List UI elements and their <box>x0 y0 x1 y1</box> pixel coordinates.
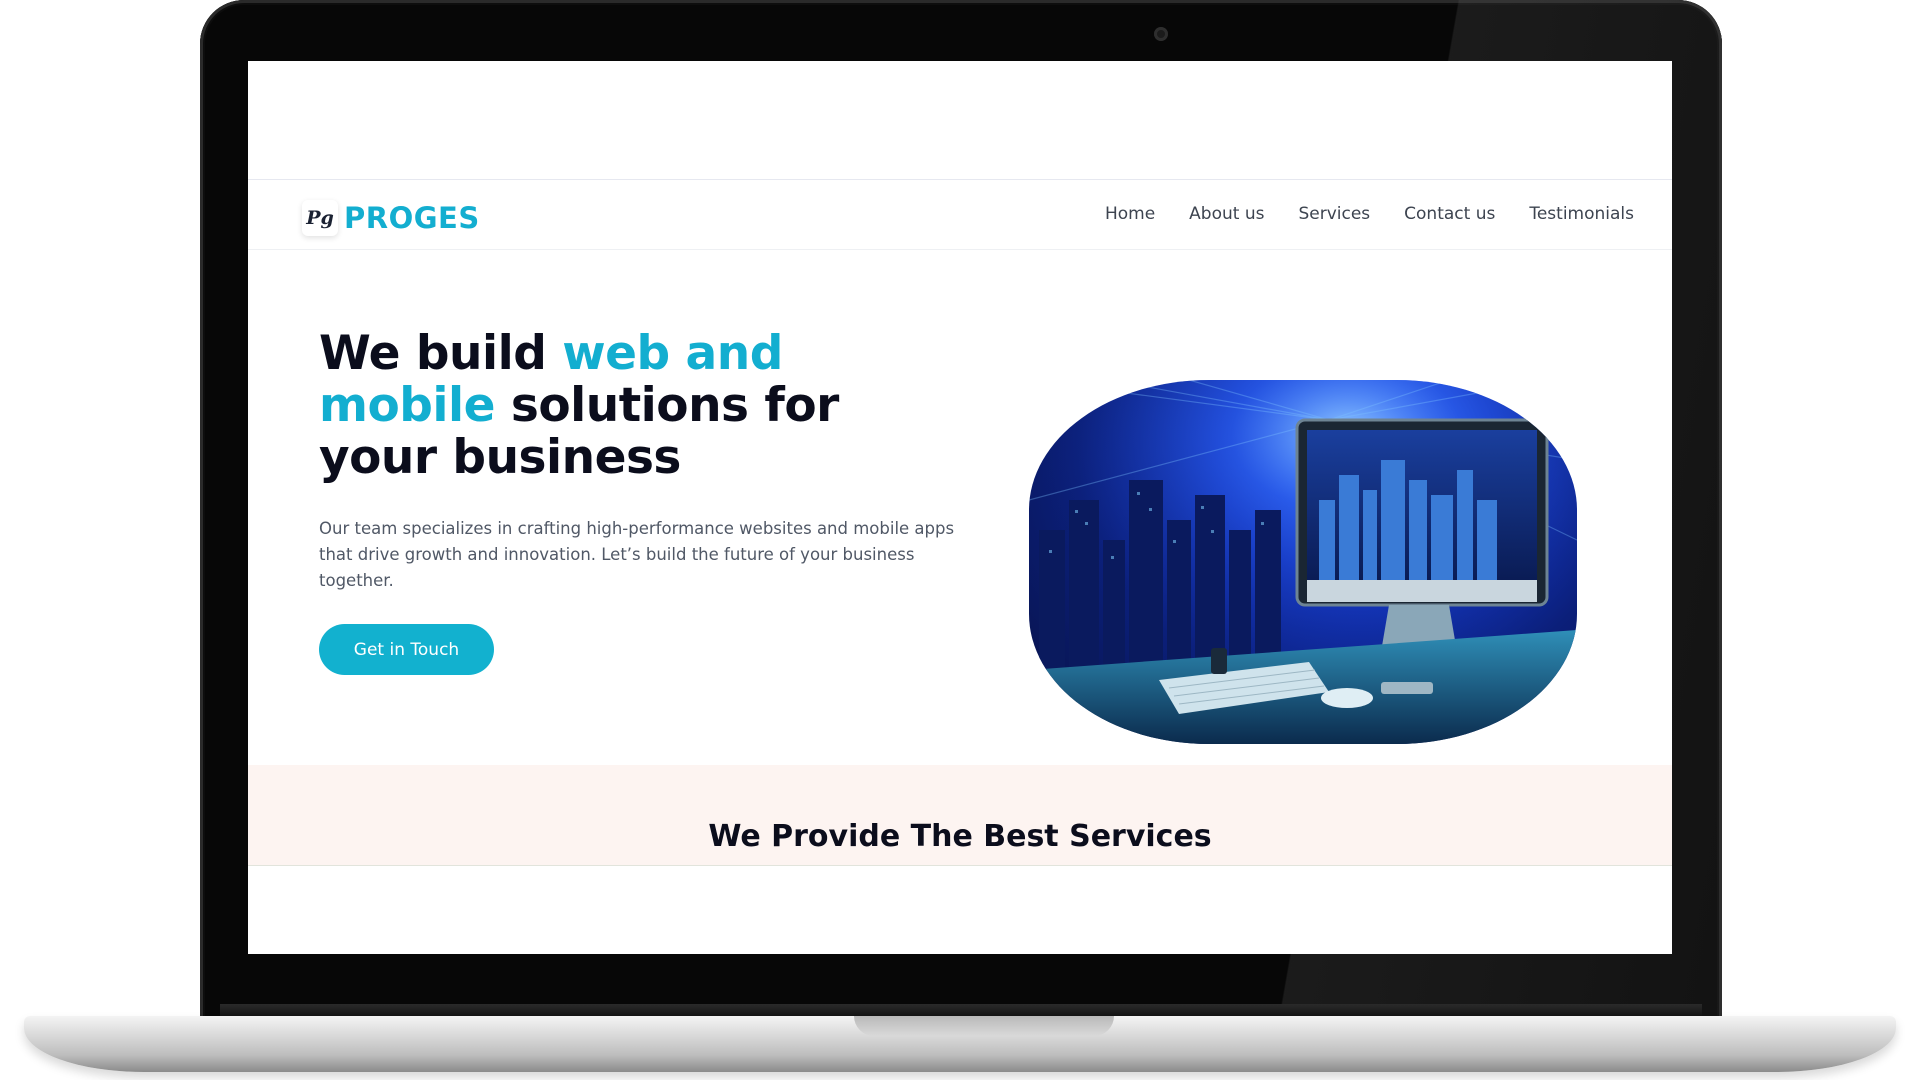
hero-illustration-svg <box>1029 380 1577 744</box>
top-blank-area <box>248 61 1672 180</box>
laptop-notch <box>854 1016 1114 1036</box>
nav-link-testimonials[interactable]: Testimonials <box>1529 204 1634 224</box>
services-title: We Provide The Best Services <box>708 819 1212 854</box>
get-in-touch-button[interactable]: Get in Touch <box>319 624 494 675</box>
services-section: We Provide The Best Services <box>248 765 1672 865</box>
hero-section: We build web and mobile solutions for yo… <box>248 250 1672 766</box>
navbar: Pg PROGES Home About us Services Contact… <box>248 180 1672 250</box>
webcam-icon <box>1154 27 1168 41</box>
nav-link-services[interactable]: Services <box>1298 204 1370 224</box>
brand-logo[interactable]: Pg PROGES <box>302 200 480 236</box>
logo-mark-icon: Pg <box>302 200 338 236</box>
hero-description: Our team specializes in crafting high-pe… <box>319 519 955 590</box>
hero-title-part1: We build <box>319 326 563 381</box>
services-divider <box>248 865 1672 866</box>
nav-link-home[interactable]: Home <box>1105 204 1155 224</box>
website-screen: Pg PROGES Home About us Services Contact… <box>248 61 1672 954</box>
laptop-base <box>24 1016 1896 1072</box>
nav-link-about[interactable]: About us <box>1189 204 1264 224</box>
nav-links: Home About us Services Contact us Testim… <box>1105 204 1634 224</box>
nav-link-contact[interactable]: Contact us <box>1404 204 1495 224</box>
brand-name: PROGES <box>344 201 480 235</box>
computer-city-illustration-icon <box>1029 380 1577 744</box>
hero-title: We build web and mobile solutions for yo… <box>319 328 919 484</box>
